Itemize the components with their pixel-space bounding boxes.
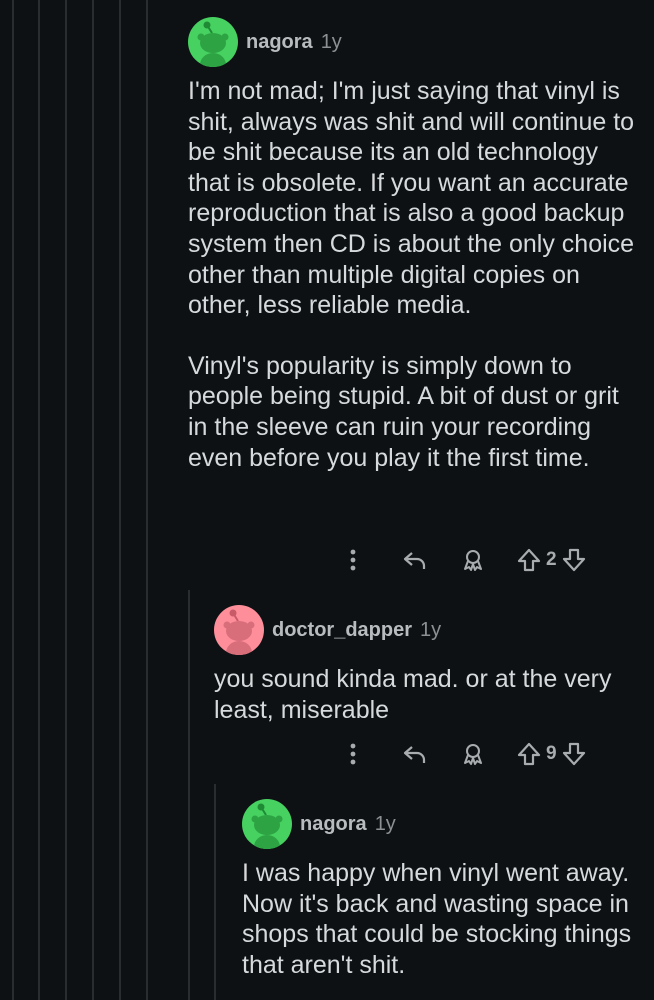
award-button[interactable] [458,742,488,766]
award-button[interactable] [458,548,488,572]
comment-paragraph: you sound kinda mad. or at the very leas… [214,665,612,724]
timestamp: 1y [320,30,342,53]
comment-paragraph: I was happy when vinyl went away. Now it… [242,859,632,979]
comment-header: nagora 1y [188,16,638,68]
award-icon [464,550,482,571]
snoo-avatar-icon [223,609,255,655]
upvote-icon [517,548,541,572]
comment-body: you sound kinda mad. or at the very leas… [214,664,638,725]
avatar[interactable] [214,605,264,655]
vote-count: 2 [546,549,557,570]
comment-header: nagora 1y [242,798,638,850]
reply-button[interactable] [400,742,430,766]
timestamp: 1y [420,618,442,641]
more-options-button[interactable] [340,548,366,572]
username[interactable]: nagora [300,813,367,836]
more-options-button[interactable] [340,742,366,766]
comment-actions: 9 [340,742,587,766]
more-options-icon [350,743,356,765]
upvote-button[interactable] [516,548,542,572]
comment: doctor_dapper 1y you sound kinda mad. or… [214,604,638,725]
comment-paragraph: I'm not mad; I'm just saying that vinyl … [188,77,635,320]
reply-icon [403,746,426,763]
thread-line [92,0,94,1000]
vote-count: 9 [546,743,557,764]
thread-line [188,590,190,1000]
comment-body: I was happy when vinyl went away. Now it… [242,858,638,980]
reply-icon [403,552,426,569]
downvote-button[interactable] [561,548,587,572]
more-options-icon [350,549,356,571]
thread-line [12,0,14,1000]
comment: nagora 1y I was happy when vinyl went aw… [242,798,638,980]
snoo-avatar-icon [251,803,283,849]
downvote-icon [562,548,585,572]
downvote-button[interactable] [561,742,587,766]
comment: nagora 1y I'm not mad; I'm just saying t… [188,16,638,473]
reply-button[interactable] [400,548,430,572]
avatar[interactable] [242,799,292,849]
comment-header: doctor_dapper 1y [214,604,638,656]
comment-paragraph: Vinyl's popularity is simply down to peo… [188,351,619,472]
username[interactable]: nagora [246,31,313,54]
thread-line [146,0,148,1000]
avatar[interactable] [188,17,238,67]
downvote-icon [562,742,585,766]
comment-body: I'm not mad; I'm just saying that vinyl … [188,76,638,473]
upvote-icon [517,742,541,766]
timestamp: 1y [374,812,396,835]
comment-actions: 2 [340,548,587,572]
snoo-avatar-icon [197,21,229,67]
thread-line [119,0,121,1000]
thread-line [38,0,40,1000]
username[interactable]: doctor_dapper [272,619,412,642]
upvote-button[interactable] [516,742,542,766]
award-icon [464,744,482,765]
thread-line [65,0,67,1000]
thread-line [214,784,216,1000]
